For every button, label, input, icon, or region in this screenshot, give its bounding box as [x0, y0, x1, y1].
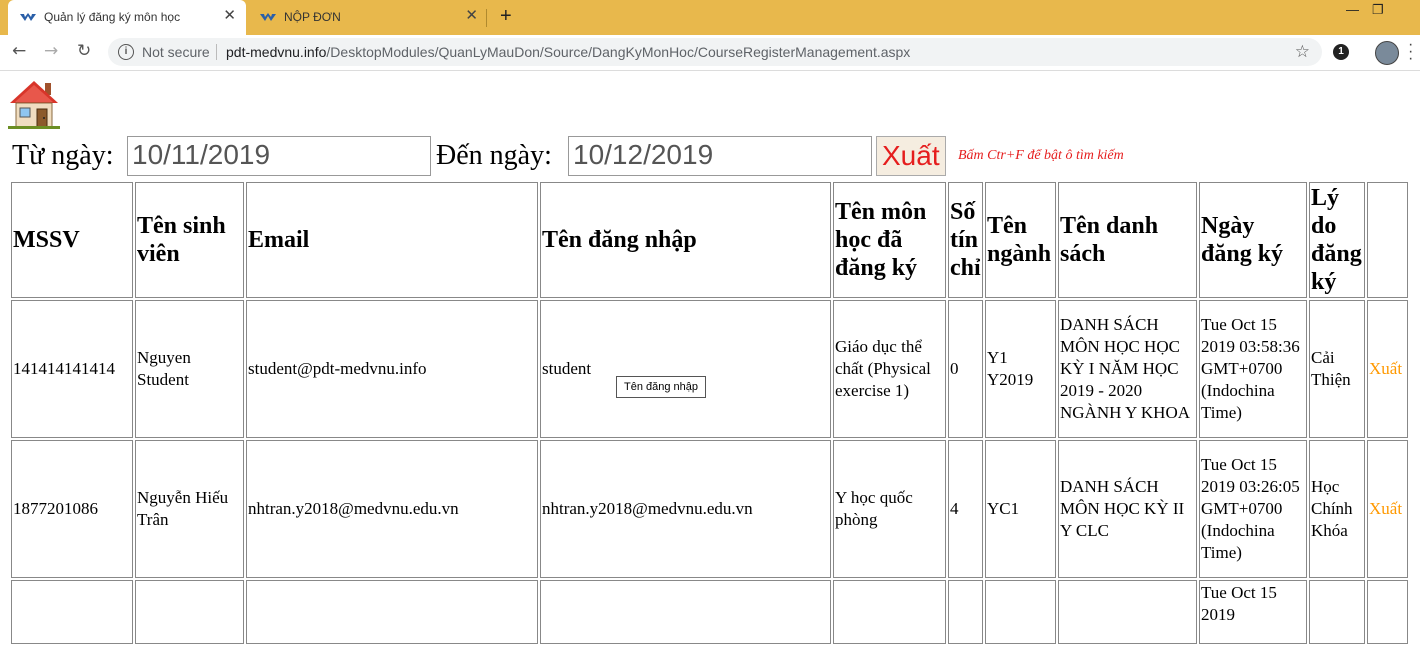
- col-header-credits: Số tín chỉ: [948, 182, 983, 298]
- tab-nop-don[interactable]: NỘP ĐƠN ✕: [248, 0, 488, 35]
- cell-mssv: [11, 580, 133, 644]
- cell-mssv: 1877201086: [11, 440, 133, 578]
- cell-email: nhtran.y2018@medvnu.edu.vn: [246, 440, 538, 578]
- cell-credits: 4: [948, 440, 983, 578]
- home-icon[interactable]: [8, 79, 60, 129]
- cell-email: [246, 580, 538, 644]
- cell-mssv: 141414141414: [11, 300, 133, 438]
- url-text[interactable]: pdt-medvnu.info/DesktopModules/QuanLyMau…: [226, 44, 910, 60]
- address-separator: [216, 44, 217, 60]
- site-favicon-icon: [20, 13, 36, 21]
- site-favicon-icon: [260, 13, 276, 21]
- cell-student-name: Nguyen Student: [135, 300, 244, 438]
- export-row-link[interactable]: Xuất: [1367, 440, 1408, 578]
- col-header-mssv: MSSV: [11, 182, 133, 298]
- reload-icon[interactable]: ↻: [77, 41, 91, 61]
- cell-register-date: Tue Oct 15 2019 03:26:05 GMT+0700 (Indoc…: [1199, 440, 1307, 578]
- cell-list-name: DANH SÁCH MÔN HỌC HỌC KỲ I NĂM HỌC 2019 …: [1058, 300, 1197, 438]
- cell-major: YC1: [985, 440, 1056, 578]
- table-row: 141414141414 Nguyen Student student@pdt-…: [11, 300, 1408, 438]
- new-tab-button[interactable]: +: [500, 5, 512, 28]
- security-label: Not secure: [142, 44, 210, 60]
- col-header-action: [1367, 182, 1408, 298]
- cell-action: [1367, 580, 1408, 644]
- table-row: 1877201086 Nguyễn Hiếu Trân nhtran.y2018…: [11, 440, 1408, 578]
- table-header-row: MSSV Tên sinh viên Email Tên đăng nhập T…: [11, 182, 1408, 298]
- cell-major: [985, 580, 1056, 644]
- search-hint: Bấm Ctr+F để bật ô tìm kiếm: [958, 148, 1124, 163]
- cell-student-name: Nguyễn Hiếu Trân: [135, 440, 244, 578]
- registration-table: MSSV Tên sinh viên Email Tên đăng nhập T…: [9, 180, 1410, 646]
- tab-strip: Quản lý đăng ký môn học ✕ NỘP ĐƠN ✕ + — …: [0, 0, 1420, 35]
- cell-course: Y học quốc phòng: [833, 440, 946, 578]
- bookmark-star-icon[interactable]: ☆: [1295, 42, 1310, 62]
- cell-course: [833, 580, 946, 644]
- col-header-list-name: Tên danh sách: [1058, 182, 1197, 298]
- tab-title: NỘP ĐƠN: [284, 10, 341, 24]
- col-header-course: Tên môn học đã đăng ký: [833, 182, 946, 298]
- info-icon[interactable]: i: [118, 44, 134, 60]
- table-row: Tue Oct 15 2019: [11, 580, 1408, 644]
- profile-avatar[interactable]: [1375, 41, 1399, 65]
- url-path: /DesktopModules/QuanLyMauDon/Source/Dang…: [326, 44, 911, 60]
- minimize-icon[interactable]: —: [1346, 2, 1359, 17]
- extension-icon[interactable]: 1: [1333, 44, 1349, 60]
- to-date-label: Đến ngày:: [436, 140, 552, 171]
- to-date-input[interactable]: 10/12/2019: [568, 136, 872, 176]
- tab-separator: [486, 9, 487, 27]
- col-header-email: Email: [246, 182, 538, 298]
- cell-username: nhtran.y2018@medvnu.edu.vn: [540, 440, 831, 578]
- forward-icon[interactable]: →: [44, 41, 58, 61]
- col-header-reason: Lý do đăng ký: [1309, 182, 1365, 298]
- cell-list-name: DANH SÁCH MÔN HỌC KỲ II Y CLC: [1058, 440, 1197, 578]
- menu-dots-icon[interactable]: · · ·: [1408, 37, 1413, 67]
- cell-credits: [948, 580, 983, 644]
- cell-course: Giáo dục thể chất (Physical exercise 1): [833, 300, 946, 438]
- cell-reason: [1309, 580, 1365, 644]
- export-button[interactable]: Xuất: [876, 136, 946, 176]
- col-header-student-name: Tên sinh viên: [135, 182, 244, 298]
- cell-list-name: [1058, 580, 1197, 644]
- cell-major: Y1 Y2019: [985, 300, 1056, 438]
- username-tooltip: Tên đăng nhập: [616, 376, 707, 398]
- tab-course-register[interactable]: Quản lý đăng ký môn học ✕: [8, 0, 246, 35]
- cell-register-date: Tue Oct 15 2019 03:58:36 GMT+0700 (Indoc…: [1199, 300, 1307, 438]
- cell-username: student: [540, 300, 831, 438]
- cell-reason: Cải Thiện: [1309, 300, 1365, 438]
- from-date-input[interactable]: 10/11/2019: [127, 136, 431, 176]
- col-header-username: Tên đăng nhập: [540, 182, 831, 298]
- cell-email: student@pdt-medvnu.info: [246, 300, 538, 438]
- cell-username: [540, 580, 831, 644]
- close-tab-icon[interactable]: ✕: [465, 8, 478, 24]
- address-bar[interactable]: i Not secure pdt-medvnu.info/DesktopModu…: [108, 38, 1322, 66]
- restore-icon[interactable]: ❐: [1372, 2, 1384, 18]
- cell-reason: Học Chính Khóa: [1309, 440, 1365, 578]
- col-header-major: Tên ngành: [985, 182, 1056, 298]
- tab-title: Quản lý đăng ký môn học: [44, 10, 181, 24]
- cell-register-date: Tue Oct 15 2019: [1199, 580, 1307, 644]
- col-header-register-date: Ngày đăng ký: [1199, 182, 1307, 298]
- from-date-label: Từ ngày:: [12, 140, 114, 171]
- export-row-link[interactable]: Xuất: [1367, 300, 1408, 438]
- cell-credits: 0: [948, 300, 983, 438]
- cell-student-name: [135, 580, 244, 644]
- back-icon[interactable]: ←: [12, 41, 26, 61]
- browser-toolbar: ← → ↻ i Not secure pdt-medvnu.info/Deskt…: [0, 35, 1420, 71]
- close-tab-icon[interactable]: ✕: [223, 8, 236, 24]
- url-host: pdt-medvnu.info: [226, 44, 327, 60]
